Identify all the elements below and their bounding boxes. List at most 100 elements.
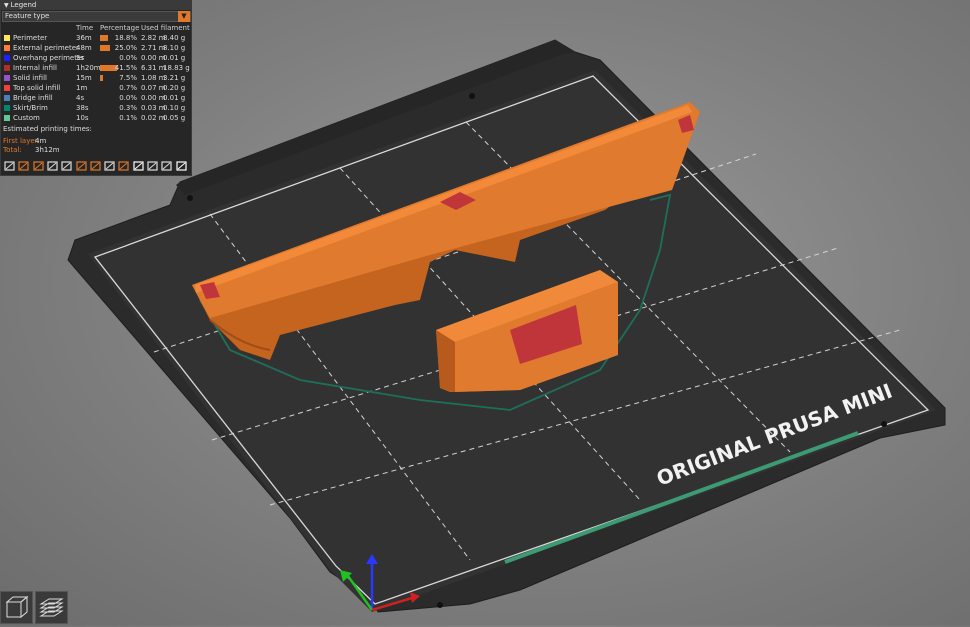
- estimated-times-label: Estimated printing times:: [3, 125, 92, 133]
- collapse-icon[interactable]: ▼: [4, 2, 9, 9]
- legend-item-time: 1h20m: [76, 64, 101, 72]
- legend-panel: ▼ Legend Feature type ▼ Time Percentage U…: [0, 0, 192, 176]
- legend-swatch: [4, 75, 10, 81]
- legend-row[interactable]: Custom 10s 0.1% 0.02 m 0.05 g: [1, 113, 191, 123]
- legend-item-percent: 25.0%: [114, 44, 137, 52]
- col-filament: Used filament: [141, 24, 190, 32]
- center-of-gravity-icon[interactable]: [132, 159, 146, 173]
- legend-item-time: 15m: [76, 74, 92, 82]
- total-row: Total: 3h12m: [3, 146, 60, 154]
- legend-title: Legend: [10, 1, 37, 9]
- legend-item-time: 10s: [76, 114, 89, 122]
- legend-row[interactable]: Bridge infill 4s 0.0% 0.00 m 0.01 g: [1, 93, 191, 103]
- legend-item-weight: 0.05 g: [163, 114, 186, 122]
- mount-hole: [881, 421, 887, 427]
- legend-row[interactable]: External perimeter 48m 25.0% 2.71 m 8.10 g: [1, 43, 191, 53]
- mount-hole: [469, 93, 475, 99]
- legend-item-weight: 0.01 g: [163, 54, 186, 62]
- custom-gcode-icon[interactable]: [117, 159, 131, 173]
- pause-icon[interactable]: [103, 159, 117, 173]
- legend-column-headers: Time Percentage Used filament: [1, 24, 191, 33]
- legend-swatch: [4, 95, 10, 101]
- col-time: Time: [76, 24, 94, 32]
- legend-item-name: Bridge infill: [13, 94, 53, 102]
- legend-item-time: 1m: [76, 84, 88, 92]
- legend-item-name: Overhang perimeter: [13, 54, 85, 62]
- legend-item-weight: 0.20 g: [163, 84, 186, 92]
- legend-item-name: Top solid infill: [13, 84, 61, 92]
- legend-item-time: 48m: [76, 44, 92, 52]
- first-layer-value: 4m: [35, 137, 47, 145]
- total-value: 3h12m: [35, 146, 60, 154]
- legend-item-percent: 0.0%: [119, 94, 137, 102]
- mount-hole: [187, 195, 193, 201]
- legend-item-time: 5s: [76, 54, 85, 62]
- legend-row[interactable]: Top solid infill 1m 0.7% 0.07 m 0.20 g: [1, 83, 191, 93]
- legend-item-name: Solid infill: [13, 74, 47, 82]
- legend-item-weight: 0.10 g: [163, 104, 186, 112]
- legend-item-length: 0.07 m: [141, 84, 166, 92]
- legend-item-percent: 0.3%: [119, 104, 137, 112]
- legend-swatch: [4, 45, 10, 51]
- travel-icon[interactable]: [3, 159, 17, 173]
- legend-item-length: 2.82 m: [141, 34, 166, 42]
- legend-row[interactable]: Skirt/Brim 38s 0.3% 0.03 m 0.10 g: [1, 103, 191, 113]
- legend-item-length: 2.71 m: [141, 44, 166, 52]
- legend-swatch: [4, 35, 10, 41]
- 3d-view-icon[interactable]: [0, 591, 33, 624]
- col-percentage: Percentage: [100, 24, 140, 32]
- legend-item-weight: 18.83 g: [163, 64, 190, 72]
- tool-changes-icon[interactable]: [75, 159, 89, 173]
- legend-item-bar: [100, 45, 110, 51]
- legend-item-weight: 8.40 g: [163, 34, 186, 42]
- legend-item-percent: 0.1%: [119, 114, 137, 122]
- legend-swatch: [4, 115, 10, 121]
- seams-icon[interactable]: [60, 159, 74, 173]
- legend-swatch: [4, 105, 10, 111]
- legend-item-name: External perimeter: [13, 44, 79, 52]
- shells-icon[interactable]: [146, 159, 160, 173]
- legend-swatch: [4, 85, 10, 91]
- layers-view-icon[interactable]: [35, 591, 68, 624]
- legend-item-name: Skirt/Brim: [13, 104, 48, 112]
- color-changes-icon[interactable]: [89, 159, 103, 173]
- deretractions-icon[interactable]: [46, 159, 60, 173]
- tool-marker-icon[interactable]: [160, 159, 174, 173]
- legend-item-bar: [100, 35, 108, 41]
- legend-item-percent: 0.0%: [119, 54, 137, 62]
- view-type-select[interactable]: Feature type ▼: [2, 11, 191, 22]
- legend-item-name: Internal infill: [13, 64, 57, 72]
- first-layer-row: First layer: 4m: [3, 137, 46, 145]
- export-toolpaths-icon[interactable]: [175, 159, 189, 173]
- legend-item-percent: 18.8%: [114, 34, 137, 42]
- mount-hole: [437, 602, 443, 608]
- chevron-down-icon[interactable]: ▼: [178, 11, 190, 22]
- legend-swatch: [4, 55, 10, 61]
- legend-item-name: Custom: [13, 114, 40, 122]
- legend-item-weight: 3.21 g: [163, 74, 186, 82]
- legend-item-length: 0.00 m: [141, 54, 166, 62]
- option-toolbar: [3, 159, 191, 175]
- legend-row[interactable]: Overhang perimeter 5s 0.0% 0.00 m 0.01 g: [1, 53, 191, 63]
- legend-item-time: 38s: [76, 104, 89, 112]
- wipe-icon[interactable]: [17, 159, 31, 173]
- legend-item-weight: 8.10 g: [163, 44, 186, 52]
- legend-item-length: 0.03 m: [141, 104, 166, 112]
- legend-item-time: 4s: [76, 94, 85, 102]
- legend-item-time: 36m: [76, 34, 92, 42]
- legend-swatch: [4, 65, 10, 71]
- retractions-icon[interactable]: [32, 159, 46, 173]
- legend-item-percent: 41.5%: [114, 64, 137, 72]
- legend-item-percent: 7.5%: [119, 74, 137, 82]
- legend-row[interactable]: Solid infill 15m 7.5% 1.08 m 3.21 g: [1, 73, 191, 83]
- legend-row[interactable]: Internal infill 1h20m 41.5% 6.31 m 18.83 g: [1, 63, 191, 73]
- legend-item-length: 6.31 m: [141, 64, 166, 72]
- legend-row[interactable]: Perimeter 36m 18.8% 2.82 m 8.40 g: [1, 33, 191, 43]
- legend-item-weight: 0.01 g: [163, 94, 186, 102]
- total-label: Total:: [3, 146, 22, 154]
- view-type-value: Feature type: [5, 12, 50, 20]
- legend-item-name: Perimeter: [13, 34, 48, 42]
- legend-item-bar: [100, 75, 103, 81]
- legend-item-length: 0.00 m: [141, 94, 166, 102]
- legend-header[interactable]: ▼ Legend: [1, 1, 191, 10]
